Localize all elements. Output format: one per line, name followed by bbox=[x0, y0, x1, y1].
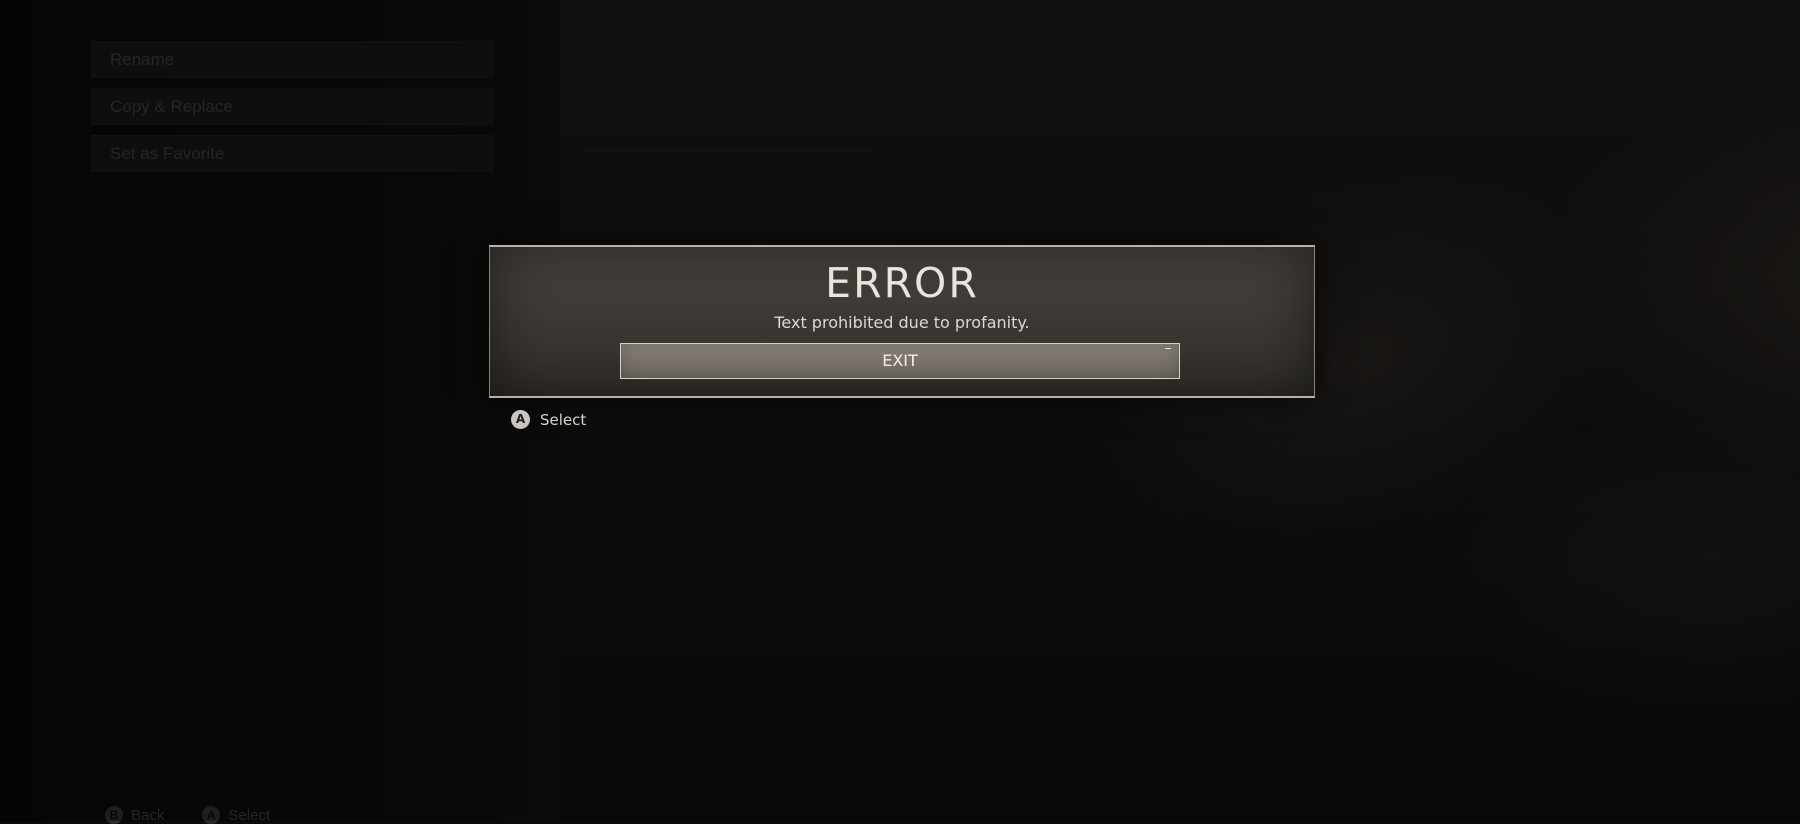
dialog-select-prompt[interactable]: A Select bbox=[511, 410, 586, 429]
focus-corner-mark bbox=[1165, 348, 1171, 349]
modal-dim-overlay bbox=[0, 0, 1800, 821]
exit-button-label: EXIT bbox=[882, 351, 918, 370]
dialog-message: Text prohibited due to profanity. bbox=[774, 313, 1030, 332]
dialog-title: ERROR bbox=[825, 259, 979, 307]
error-dialog: ERROR Text prohibited due to profanity. … bbox=[489, 245, 1315, 398]
exit-button[interactable]: EXIT bbox=[620, 343, 1180, 379]
select-prompt-label: Select bbox=[540, 410, 587, 429]
a-button-icon: A bbox=[511, 410, 530, 429]
